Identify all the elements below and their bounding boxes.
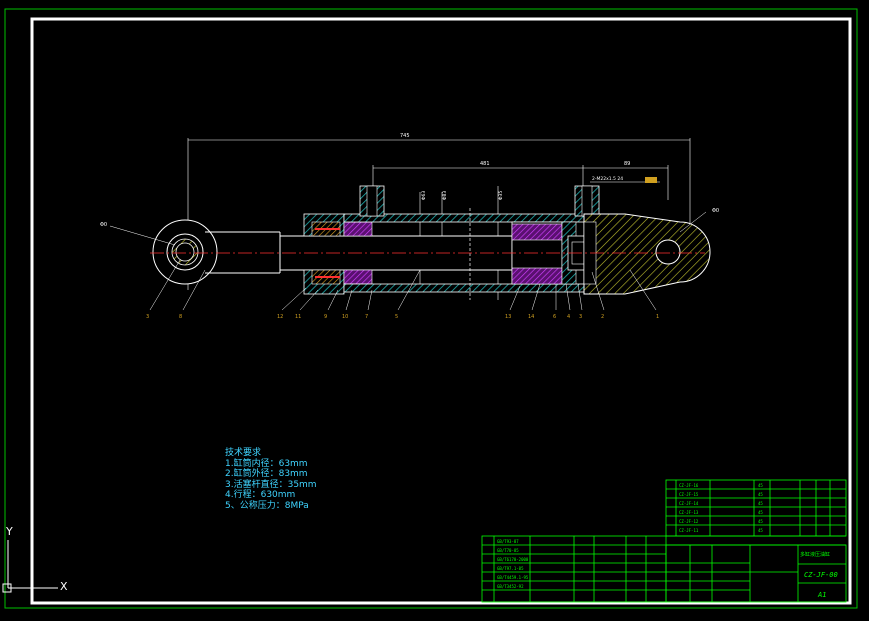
part-code: CZ-JF-16 [679,483,699,488]
standard-code: GB/T70-85 [497,548,519,553]
balloon: 2 [601,314,604,320]
requirement-item: 3.活塞杆直径：35mm [225,479,317,490]
balloon: 1 [656,314,659,320]
dim-bore: Φ63 [421,191,427,200]
balloon: 3 [146,314,149,320]
balloon-numbers: 3 8 12 11 9 10 7 5 13 14 6 4 3 2 1 [146,314,659,320]
balloon: 3 [579,314,582,320]
cad-drawing-canvas[interactable]: 745 481 89 2-M22x1.5 24 Φ0 Φ0 Φ63 Φ83 Φ3… [0,0,869,621]
requirement-item: 4.行程：630mm [225,490,296,500]
balloon: 5 [395,314,398,320]
dim-right-span: 89 [624,161,630,167]
title-block[interactable] [481,479,847,603]
technical-requirements: 技术要求 1.缸筒内径：63mm 2.缸筒外径：83mm 3.活塞杆直径：35m… [225,448,317,511]
cylinder-assembly[interactable]: 745 481 89 2-M22x1.5 24 Φ0 Φ0 Φ63 Φ83 Φ3… [100,133,719,311]
drawing-frame [30,17,852,605]
part-qty: 45 [758,510,763,515]
part-qty: 45 [758,519,763,524]
part-code: CZ-JF-15 [679,492,699,497]
part-code: CZ-JF-14 [679,501,699,506]
dim-right-eye: Φ0 [712,208,719,214]
balloon: 11 [295,314,301,320]
requirement-item: 5、公称压力：8MPa [225,500,309,511]
sheet-size: A1 [817,591,826,599]
balloon: 7 [365,314,368,320]
part-qty: 45 [758,501,763,506]
part-code: CZ-JF-12 [679,519,699,524]
dim-rod: Φ35 [498,191,504,200]
balloon: 8 [179,314,182,320]
part-name: 多缸液压油缸 [800,551,830,558]
dim-od: Φ83 [442,191,448,200]
requirement-item: 2.缸筒外径：83mm [225,469,308,479]
part-qty: 45 [758,492,763,497]
dim-overall-length: 745 [400,133,410,139]
outer-sheet-border [4,8,858,609]
balloon: 6 [553,314,556,320]
part-code: CZ-JF-11 [679,528,699,533]
balloon: 14 [528,314,534,320]
port-callout-box [645,177,657,183]
ucs-y-label: Y [5,525,13,538]
dim-port-callout: 2-M22x1.5 24 [592,176,623,182]
dim-left-eye: Φ0 [100,222,107,228]
technical-requirements-title: 技术要求 [225,448,262,458]
ucs-x-label: X [60,580,68,593]
standard-code: GB/T4459.1-95 [497,575,529,580]
balloon: 10 [342,314,348,320]
standard-code: GB/T97.1-85 [497,566,524,571]
part-qty: 45 [758,483,763,488]
standard-code: GB/T6170-2000 [497,557,529,562]
balloon: 4 [567,314,570,320]
dim-stroke-span: 481 [480,161,490,167]
parts-list-text: CZ-JF-16 45 CZ-JF-15 45 CZ-JF-14 45 CZ-J… [679,483,763,533]
rear-clevis [583,213,711,295]
part-qty: 45 [758,528,763,533]
balloon: 13 [505,314,511,320]
rod-eye-left [152,219,281,285]
drawing-number: CZ-JF-00 [804,571,838,579]
balloon: 12 [277,314,283,320]
balloon: 9 [324,314,327,320]
part-code: CZ-JF-13 [679,510,699,515]
standards-text: GB/T93-87 GB/T70-85 GB/T6170-2000 GB/T97… [497,539,529,589]
requirement-item: 1.缸筒内径：63mm [225,458,308,469]
oil-ports [359,185,600,217]
standard-code: GB/T93-87 [497,539,519,544]
standard-code: GB/T3452-92 [497,584,524,589]
